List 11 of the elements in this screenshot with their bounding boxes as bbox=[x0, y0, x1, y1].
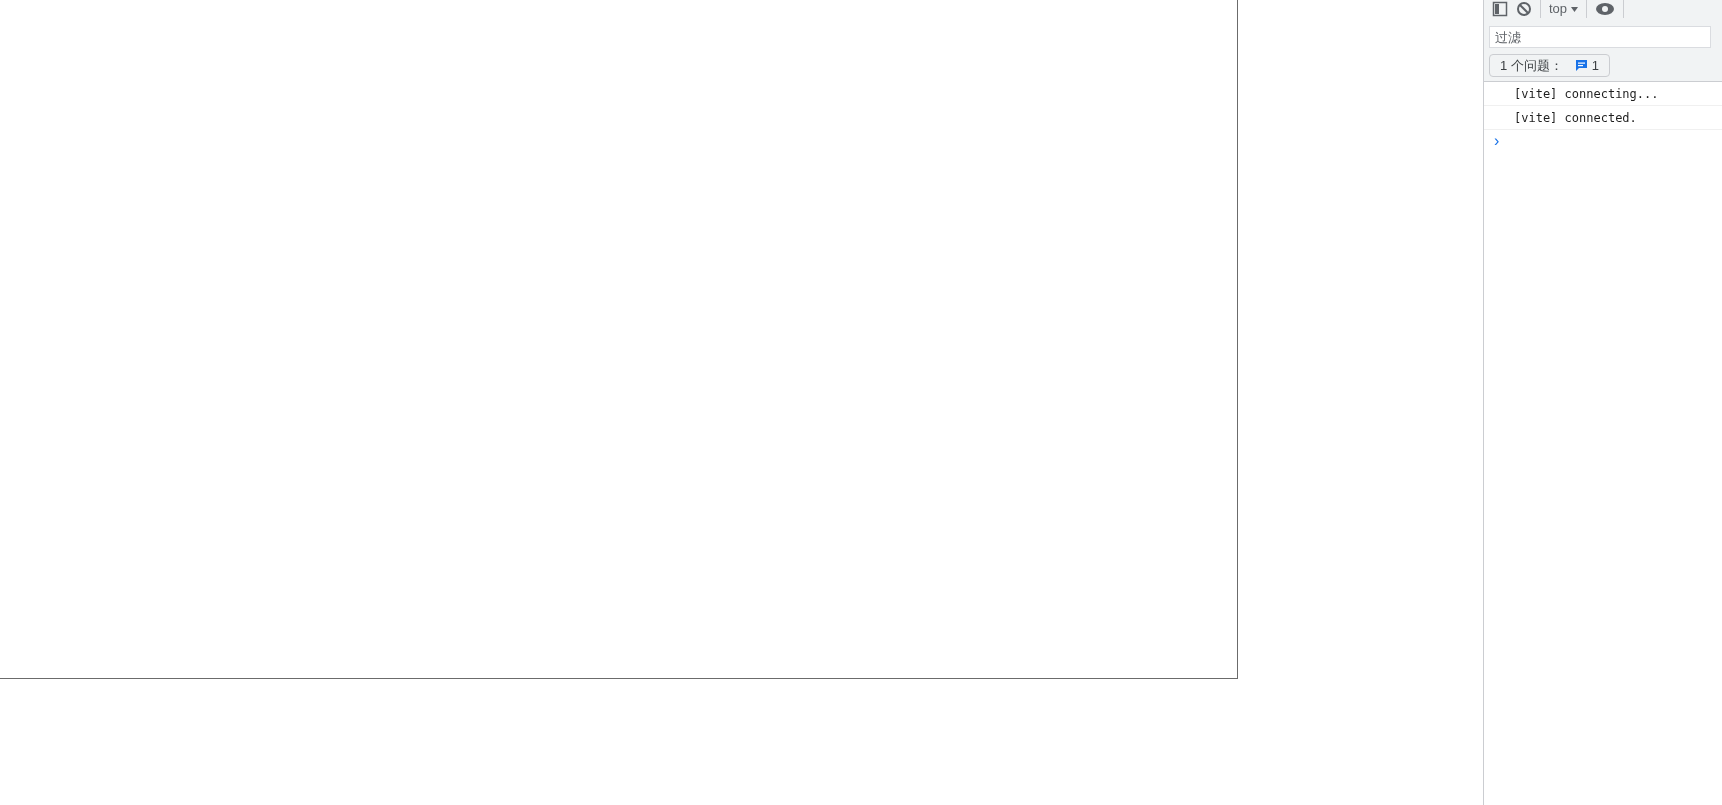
message-icon bbox=[1574, 59, 1588, 72]
context-dropdown[interactable]: top bbox=[1549, 0, 1579, 19]
filter-field[interactable]: 过滤 bbox=[1489, 26, 1711, 48]
clear-icon[interactable] bbox=[1516, 1, 1532, 17]
sidebar-icon[interactable] bbox=[1492, 1, 1508, 17]
eye-icon[interactable] bbox=[1595, 1, 1616, 17]
console-message: [vite] connecting... bbox=[1514, 85, 1659, 103]
issues-button[interactable]: 1 个问题： 1 bbox=[1489, 54, 1611, 77]
console-prompt[interactable]: › bbox=[1494, 129, 1500, 153]
console-message: [vite] connected. bbox=[1514, 109, 1637, 127]
caret-icon bbox=[1571, 6, 1579, 12]
